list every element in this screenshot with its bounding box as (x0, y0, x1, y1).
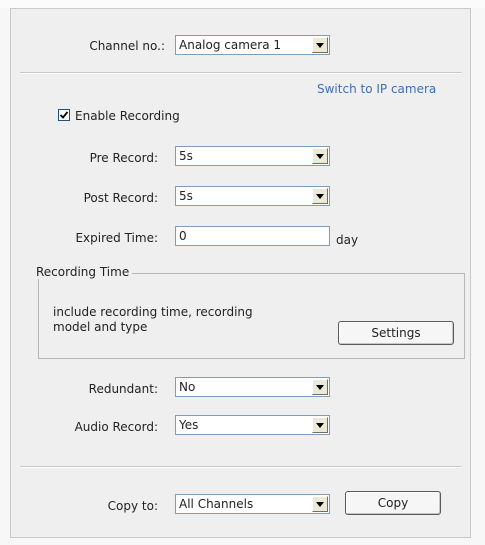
channel-value: Analog camera 1 (179, 38, 282, 52)
audio-record-dropdown-button[interactable] (312, 417, 328, 433)
copy-to-label: Copy to: (107, 499, 158, 513)
recording-time-desc-line1: include recording time, recording (53, 305, 253, 319)
expired-time-label: Expired Time: (75, 231, 158, 245)
recording-time-desc-line2: model and type (53, 320, 148, 334)
pre-record-label: Pre Record: (89, 151, 158, 165)
top-strip (0, 0, 485, 8)
expired-time-value: 0 (179, 229, 187, 243)
copy-to-select[interactable]: All Channels (175, 494, 330, 514)
chevron-down-icon (316, 154, 324, 159)
expired-time-input[interactable]: 0 (175, 226, 330, 246)
enable-recording-label: Enable Recording (75, 109, 180, 123)
audio-record-label: Audio Record: (74, 420, 158, 434)
copy-button[interactable]: Copy (345, 491, 441, 515)
chevron-down-icon (316, 385, 324, 390)
chevron-down-icon (316, 43, 324, 48)
post-record-dropdown-button[interactable] (312, 188, 328, 204)
pre-record-value: 5s (179, 149, 193, 163)
expired-time-unit: day (336, 233, 359, 247)
switch-ip-camera-link[interactable]: Switch to IP camera (317, 82, 436, 96)
divider-top (20, 72, 462, 74)
checkmark-icon (59, 111, 69, 119)
redundant-value: No (179, 380, 196, 394)
channel-select[interactable]: Analog camera 1 (175, 35, 330, 55)
pre-record-select[interactable]: 5s (175, 146, 330, 166)
copy-to-value: All Channels (179, 497, 254, 511)
chevron-down-icon (316, 502, 324, 507)
redundant-select[interactable]: No (175, 377, 330, 397)
audio-record-value: Yes (179, 418, 199, 432)
chevron-down-icon (316, 423, 324, 428)
enable-recording-checkbox[interactable] (58, 109, 70, 121)
settings-button[interactable]: Settings (338, 321, 454, 345)
channel-label: Channel no.: (89, 39, 165, 53)
pre-record-dropdown-button[interactable] (312, 148, 328, 164)
chevron-down-icon (316, 194, 324, 199)
redundant-dropdown-button[interactable] (312, 379, 328, 395)
channel-dropdown-button[interactable] (312, 37, 328, 53)
divider-bottom (20, 466, 462, 468)
post-record-select[interactable]: 5s (175, 186, 330, 206)
audio-record-select[interactable]: Yes (175, 415, 330, 435)
recording-time-legend: Recording Time (33, 265, 133, 279)
redundant-label: Redundant: (88, 382, 158, 396)
copy-to-dropdown-button[interactable] (312, 496, 328, 512)
post-record-label: Post Record: (83, 191, 158, 205)
post-record-value: 5s (179, 189, 193, 203)
